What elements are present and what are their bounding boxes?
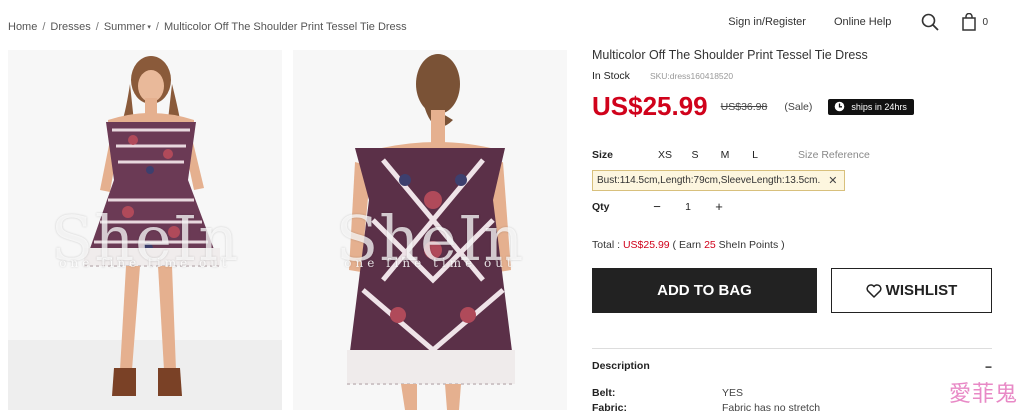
breadcrumb-separator: / (42, 21, 46, 33)
top-nav: Sign in/Register Online Help 0 (728, 13, 988, 31)
product-sku: SKU:dress160418520 (649, 71, 734, 81)
current-price: US$25.99 (592, 91, 708, 121)
spec-key: Fabric: (592, 402, 628, 414)
qty-label: Qty (592, 200, 610, 213)
product-details: Multicolor Off The Shoulder Print Tessel… (592, 48, 992, 313)
close-icon[interactable]: ✕ (828, 174, 837, 187)
qty-value[interactable]: 1 (665, 201, 711, 213)
search-icon[interactable] (921, 13, 940, 31)
product-title: Multicolor Off The Shoulder Print Tessel… (592, 48, 868, 62)
online-help-link[interactable]: Online Help (834, 16, 891, 28)
signin-link[interactable]: Sign in/Register (728, 16, 806, 28)
spec-row-belt: Belt: YES (592, 387, 992, 399)
breadcrumb-summer[interactable]: Summer ▾ (104, 21, 151, 33)
spec-value: YES (722, 387, 744, 399)
earn-open: ( Earn (669, 239, 705, 251)
size-row: Size XS S M L Size Reference (592, 149, 992, 161)
stock-status: In Stock (592, 70, 630, 82)
product-image-front[interactable]: SheIn one fine time out (8, 50, 282, 410)
size-option-xs[interactable]: XS (650, 149, 680, 161)
shopping-bag-icon (962, 13, 977, 31)
spec-value: Fabric has no stretch (722, 402, 821, 414)
stock-line: In Stock SKU:dress160418520 (592, 70, 992, 82)
breadcrumb-home[interactable]: Home (8, 21, 37, 33)
qty-decrease-button[interactable]: − (649, 199, 665, 214)
qty-increase-button[interactable]: + (711, 199, 727, 214)
add-to-bag-button[interactable]: ADD TO BAG (592, 268, 817, 313)
wishlist-label: WISHLIST (885, 282, 958, 299)
sale-label: (Sale) (784, 100, 813, 113)
corner-watermark: 愛菲鬼 (948, 381, 1018, 406)
spec-key: Belt: (592, 387, 616, 399)
description-heading: Description (592, 360, 650, 372)
breadcrumb-current: Multicolor Off The Shoulder Print Tessel… (163, 21, 407, 33)
total-prefix: Total : (592, 239, 623, 251)
shopping-bag-button[interactable]: 0 (961, 13, 988, 31)
quantity-row: Qty − 1 + (592, 199, 992, 214)
image-watermark-tagline: one fine time out (59, 256, 231, 270)
points-value: 25 (704, 239, 716, 251)
spec-row-fabric: Fabric: Fabric has no stretch (592, 402, 992, 414)
breadcrumb-separator: / (95, 21, 99, 33)
earn-close: SheIn Points ) (715, 239, 785, 251)
breadcrumb: Home / Dresses / Summer ▾ / Multicolor Off The … (8, 21, 407, 33)
breadcrumb-dresses[interactable]: Dresses (50, 21, 90, 33)
size-option-m[interactable]: M (710, 149, 740, 161)
original-price: US$36.98 (720, 100, 768, 113)
bag-count: 0 (982, 16, 988, 28)
breadcrumb-separator: / (155, 21, 159, 33)
total-amount: US$25.99 (622, 239, 670, 251)
price-line: US$25.99 US$36.98 (Sale) ships in 24hrs (592, 91, 992, 122)
size-fit-text: Bust:114.5cm,Length:79cm,SleeveLength:13… (597, 175, 821, 186)
size-option-s[interactable]: S (680, 149, 710, 161)
size-label: Size (592, 149, 614, 161)
total-line: Total : US$25.99 ( Earn 25 SheIn Points … (592, 239, 992, 251)
shipping-badge-text: ships in 24hrs (851, 101, 907, 112)
product-image-back[interactable]: SheIn one fine time out (293, 50, 567, 410)
size-reference-link[interactable]: Size Reference (798, 149, 870, 161)
action-buttons: ADD TO BAG WISHLIST (592, 268, 992, 313)
image-watermark-tagline: one fine time out (344, 256, 516, 270)
description-header[interactable]: Description − (592, 348, 992, 374)
shipping-badge: ships in 24hrs (828, 98, 914, 115)
clock-icon (835, 101, 845, 112)
chevron-down-icon: ▾ (147, 24, 151, 31)
collapse-icon[interactable]: − (985, 360, 992, 374)
size-fit-info: Bust:114.5cm,Length:79cm,SleeveLength:13… (592, 170, 845, 191)
wishlist-button[interactable]: WISHLIST (831, 268, 992, 313)
heart-icon (866, 283, 882, 298)
size-option-l[interactable]: L (740, 149, 770, 161)
breadcrumb-summer-label: Summer (103, 21, 146, 33)
